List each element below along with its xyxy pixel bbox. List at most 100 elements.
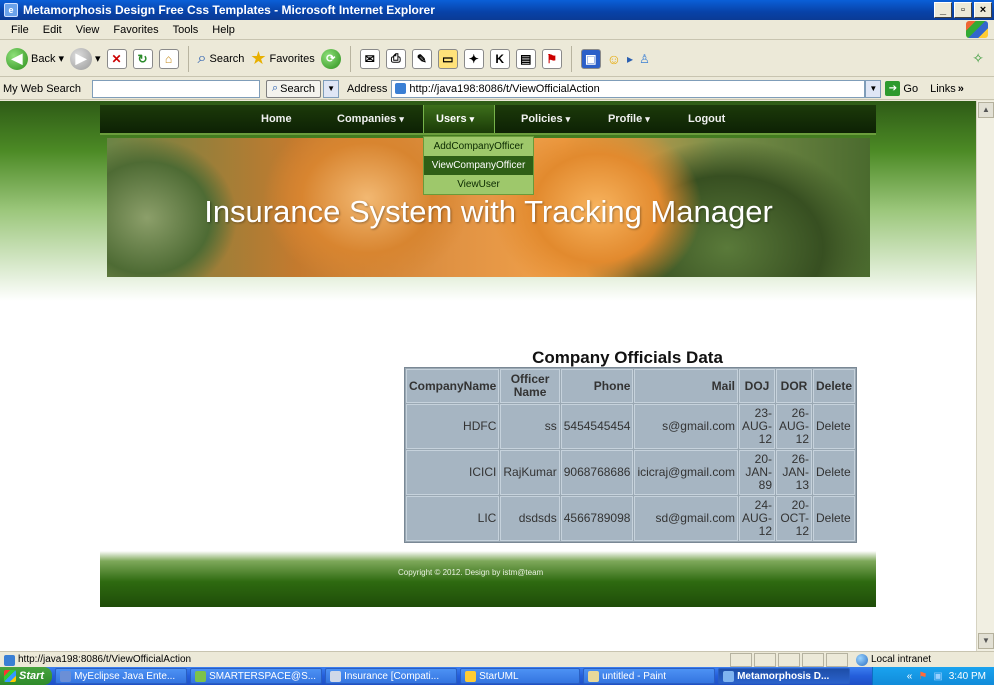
menu-tools[interactable]: Tools — [166, 24, 206, 36]
taskbar-item[interactable]: StarUML — [460, 668, 581, 684]
chevron-down-icon[interactable]: ▾ — [58, 52, 64, 65]
task-label: Insurance [Compati... — [344, 670, 440, 682]
folder-icon[interactable]: ▭ — [437, 48, 458, 69]
address-row: My Web Search ⌕ Search ▼ Address http://… — [0, 78, 994, 100]
go-button[interactable]: ➔ Go — [885, 81, 918, 96]
nav-companies[interactable]: Companies ▾ — [325, 105, 416, 133]
address-dropdown-icon[interactable]: ▼ — [865, 79, 882, 98]
star-icon: ★ — [250, 48, 267, 68]
minimize-button[interactable]: _ — [934, 2, 952, 18]
links-label[interactable]: Links — [930, 83, 956, 95]
search-icon: ⌕ — [272, 82, 279, 94]
print-icon[interactable]: ⎙ — [385, 48, 406, 69]
clock: 3:40 PM — [948, 670, 986, 682]
start-button[interactable]: Start — [0, 667, 53, 685]
close-button[interactable]: × — [974, 2, 992, 18]
status-cell — [754, 652, 776, 667]
cursor-icon[interactable]: ▸ — [627, 52, 633, 66]
websearch-input[interactable] — [92, 79, 260, 98]
ie-icon: e — [4, 3, 18, 17]
delete-link[interactable]: Delete — [813, 496, 856, 541]
websearch-button-label: Search — [280, 82, 316, 95]
delete-link[interactable]: Delete — [813, 450, 856, 495]
page-viewport: Home Companies ▾ Users ▾ Policies ▾ Prof… — [0, 101, 976, 651]
home-icon[interactable]: ⌂ — [158, 48, 179, 69]
taskbar-item[interactable]: SMARTERSPACE@S... — [190, 668, 323, 684]
window-controls: _ ▫ × — [934, 2, 992, 18]
menu-item-view-user[interactable]: ViewUser — [424, 175, 533, 194]
k-icon[interactable]: K — [489, 48, 510, 69]
status-cell — [730, 652, 752, 667]
nav-home[interactable]: Home — [249, 105, 304, 133]
menu-edit[interactable]: Edit — [36, 24, 69, 36]
cell-dor: 26-JAN-13 — [776, 450, 812, 495]
websearch-button[interactable]: ⌕ Search — [266, 79, 322, 98]
menu-item-view-company-officer[interactable]: ViewCompanyOfficer — [424, 156, 533, 175]
col-mail: Mail — [634, 369, 738, 403]
footer-copyright: Copyright © 2012. Design by istm@team — [398, 568, 544, 577]
taskbar-item-active[interactable]: Metamorphosis D... — [718, 668, 851, 684]
nav-companies-label: Companies — [337, 113, 397, 125]
scroll-down-icon[interactable]: ▼ — [978, 633, 994, 649]
address-field[interactable]: http://java198:8086/t/ViewOfficialAction — [391, 79, 866, 98]
mail-icon[interactable]: ✉ — [359, 48, 380, 69]
windows-flag-icon — [4, 670, 16, 682]
film-icon[interactable]: ▤ — [515, 48, 536, 69]
main-nav: Home Companies ▾ Users ▾ Policies ▾ Prof… — [100, 105, 876, 135]
chevron-down-icon: ▾ — [469, 114, 475, 124]
history-icon[interactable]: ⟳ — [320, 48, 341, 69]
taskbar-item[interactable]: untitled - Paint — [583, 668, 716, 684]
cell-dor: 26-AUG-12 — [776, 404, 812, 449]
browser-toolbar: ◀ Back ▾ ▶ ▾ ✕ ↻ ⌂ ⌕ Search ★ Favorites … — [0, 41, 994, 77]
nav-users[interactable]: Users ▾ — [423, 105, 495, 133]
menu-view[interactable]: View — [69, 24, 107, 36]
start-label: Start — [19, 670, 45, 682]
nav-policies[interactable]: Policies ▾ — [509, 105, 582, 133]
chevron-right-icon[interactable]: » — [958, 83, 964, 95]
stop-icon[interactable]: ✕ — [106, 48, 127, 69]
address-url: http://java198:8086/t/ViewOfficialAction — [409, 82, 600, 95]
nav-logout[interactable]: Logout — [676, 105, 737, 133]
favorites-label: Favorites — [269, 52, 315, 65]
cell-dor: 20-OCT-12 — [776, 496, 812, 541]
nav-profile[interactable]: Profile ▾ — [596, 105, 662, 133]
maximize-button[interactable]: ▫ — [954, 2, 972, 18]
tray-chevron-icon[interactable]: « — [907, 671, 913, 682]
col-delete: Delete — [813, 369, 856, 403]
scroll-up-icon[interactable]: ▲ — [978, 102, 994, 118]
toolbar-extension-icon[interactable]: ✧ — [972, 50, 984, 67]
eclipse-icon — [60, 670, 72, 682]
tray-app-icon[interactable]: ⚑ — [918, 671, 927, 682]
menu-file[interactable]: File — [4, 24, 36, 36]
page-icon — [395, 83, 407, 94]
vertical-scrollbar[interactable]: ▲ ▼ — [976, 101, 994, 651]
chevron-down-icon[interactable]: ▾ — [95, 52, 101, 65]
back-button[interactable]: ◀ Back ▾ — [6, 47, 64, 70]
cell-officer-name: RajKumar — [500, 450, 560, 495]
system-tray: « ⚑ ▣ 3:40 PM — [872, 667, 994, 685]
cell-mail: icicraj@gmail.com — [634, 450, 738, 495]
refresh-icon[interactable]: ↻ — [132, 48, 153, 69]
person-icon[interactable]: ♙ — [639, 52, 650, 66]
menu-help[interactable]: Help — [205, 24, 242, 36]
menu-item-add-company-officer[interactable]: AddCompanyOfficer — [424, 137, 533, 156]
edit-icon[interactable]: ✎ — [411, 48, 432, 69]
status-cell — [802, 652, 824, 667]
cell-phone: 9068768686 — [560, 450, 634, 495]
chevron-down-icon[interactable]: ▼ — [323, 79, 340, 98]
smiley-icon[interactable]: ☺ — [607, 51, 621, 67]
search-button[interactable]: ⌕ Search — [198, 50, 245, 68]
taskbar-item[interactable]: Insurance [Compati... — [325, 668, 458, 684]
monitor-icon[interactable]: ▣ — [580, 48, 601, 69]
forward-button[interactable]: ▶ ▾ — [70, 47, 101, 70]
favorites-button[interactable]: ★ Favorites — [250, 48, 314, 69]
window-title: Metamorphosis Design Free Css Templates … — [23, 3, 435, 17]
toolbar-separator — [187, 45, 189, 72]
menu-favorites[interactable]: Favorites — [106, 24, 165, 36]
network-icon[interactable]: ▣ — [933, 671, 942, 682]
messenger-icon[interactable]: ✦ — [463, 48, 484, 69]
delete-link[interactable]: Delete — [813, 404, 856, 449]
flag-icon[interactable]: ⚑ — [541, 48, 562, 69]
taskbar-item[interactable]: MyEclipse Java Ente... — [55, 668, 188, 684]
task-label: StarUML — [479, 670, 519, 682]
